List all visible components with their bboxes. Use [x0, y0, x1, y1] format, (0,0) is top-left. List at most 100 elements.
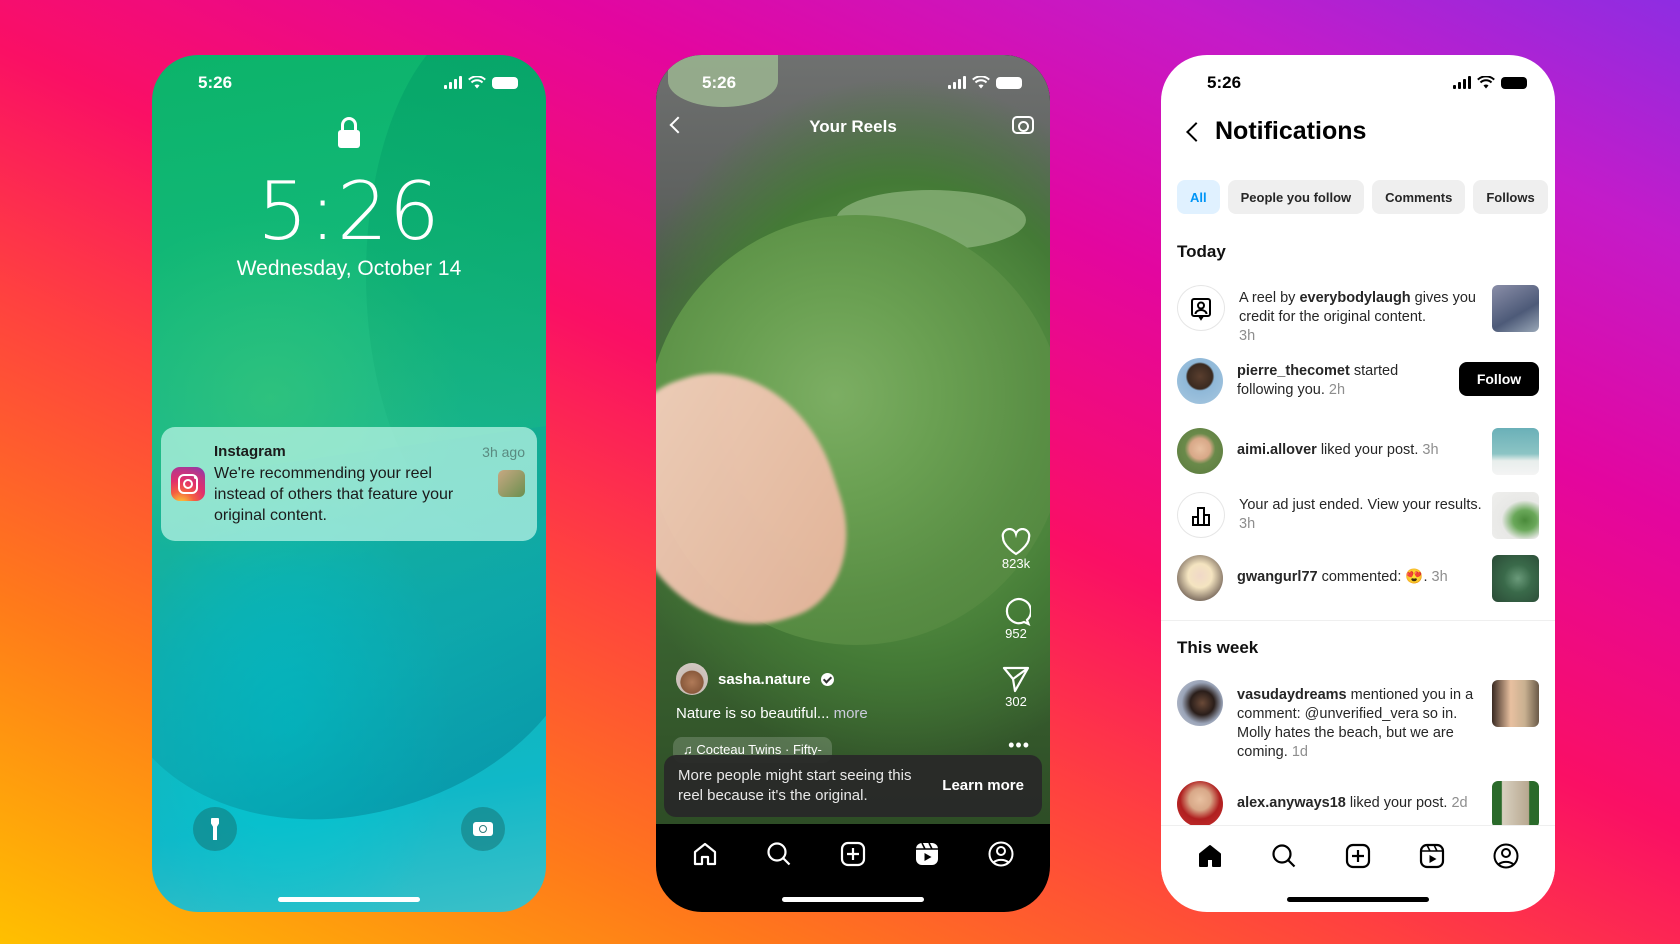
username[interactable]: vasudaydreams	[1237, 687, 1347, 703]
post-thumbnail[interactable]	[1492, 492, 1539, 539]
notification-item[interactable]: Your ad just ended. View your results. 3…	[1177, 492, 1539, 539]
post-thumbnail[interactable]	[1492, 428, 1539, 475]
username[interactable]: gwangurl77	[1237, 569, 1318, 585]
create-icon[interactable]	[839, 840, 867, 868]
post-thumbnail[interactable]	[1492, 680, 1539, 727]
filter-all[interactable]: All	[1177, 180, 1220, 214]
bottom-nav	[656, 824, 1050, 884]
status-time: 5:26	[1207, 73, 1242, 92]
signal-icon	[1453, 76, 1471, 89]
status-bar: 5:26	[1161, 73, 1555, 95]
filter-chips: All People you follow Comments Follows	[1177, 180, 1548, 214]
reel-caption[interactable]: Nature is so beautiful... more	[676, 705, 868, 722]
avatar[interactable]	[1177, 555, 1223, 601]
status-time: 5:26	[198, 73, 233, 92]
signal-icon	[444, 76, 462, 89]
filter-follows[interactable]: Follows	[1473, 180, 1548, 214]
signal-icon	[948, 76, 966, 89]
learn-more-button[interactable]: Learn more	[942, 777, 1024, 794]
notification-item[interactable]: pierre_thecomet started following you. 2…	[1177, 358, 1539, 404]
status-bar: 5:26	[656, 73, 1050, 95]
share-button[interactable]: 302	[994, 664, 1038, 732]
like-count: 823k	[1001, 556, 1031, 571]
caption-more-link[interactable]: more	[834, 705, 868, 722]
avatar[interactable]	[1177, 358, 1223, 404]
post-thumbnail[interactable]	[1492, 285, 1539, 332]
share-count: 302	[1005, 694, 1027, 709]
username[interactable]: aimi.allover	[1237, 442, 1317, 458]
search-icon[interactable]	[1270, 842, 1298, 870]
filter-comments[interactable]: Comments	[1372, 180, 1466, 214]
reels-icon[interactable]	[913, 840, 941, 868]
push-notification[interactable]: Instagram 3h ago We're recommending your…	[161, 427, 537, 541]
notification-thumbnail	[498, 470, 525, 497]
timestamp: 3h	[1431, 569, 1448, 585]
timestamp: 2d	[1451, 795, 1468, 811]
profile-icon[interactable]	[1492, 842, 1520, 870]
page-title: Notifications	[1215, 117, 1367, 145]
reel-author[interactable]: sasha.nature	[676, 663, 834, 695]
username[interactable]: pierre_thecomet	[1237, 363, 1350, 379]
caption-text: Nature is so beautiful...	[676, 705, 830, 722]
battery-icon	[492, 76, 518, 89]
username[interactable]: alex.anyways18	[1237, 795, 1346, 811]
notification-item[interactable]: gwangurl77 commented: 😍. 3h	[1177, 555, 1539, 602]
profile-icon[interactable]	[987, 840, 1015, 868]
battery-icon	[996, 76, 1022, 89]
section-divider	[1161, 620, 1555, 621]
comment-count: 952	[1005, 626, 1027, 641]
reels-icon[interactable]	[1418, 842, 1446, 870]
camera-icon[interactable]	[1012, 116, 1034, 134]
lock-icon	[338, 117, 360, 148]
section-today: Today	[1177, 242, 1226, 261]
post-thumbnail[interactable]	[1492, 781, 1539, 828]
more-options-icon[interactable]: •••	[1008, 735, 1030, 756]
notification-time: 3h ago	[482, 444, 525, 460]
like-button[interactable]: 823k	[994, 528, 1038, 596]
avatar[interactable]	[1177, 680, 1223, 726]
home-icon[interactable]	[691, 840, 719, 868]
notification-item[interactable]: alex.anyways18 liked your post. 2d	[1177, 781, 1539, 828]
search-icon[interactable]	[765, 840, 793, 868]
heart-icon	[1001, 528, 1031, 556]
battery-icon	[1501, 76, 1527, 89]
comment-button[interactable]: 952	[994, 596, 1038, 664]
post-thumbnail[interactable]	[1492, 555, 1539, 602]
home-indicator[interactable]	[1287, 897, 1429, 902]
verified-badge-icon	[820, 672, 834, 686]
author-username[interactable]: sasha.nature	[718, 671, 811, 688]
timestamp: 2h	[1328, 382, 1346, 398]
notifications-header: Notifications	[1183, 117, 1366, 146]
status-time: 5:26	[702, 73, 737, 92]
home-indicator[interactable]	[782, 897, 924, 902]
bottom-nav	[1161, 825, 1555, 885]
flashlight-button[interactable]	[193, 807, 237, 851]
notification-item[interactable]: A reel by everybodylaugh gives you credi…	[1177, 285, 1539, 346]
notification-item[interactable]: aimi.allover liked your post. 3h	[1177, 428, 1539, 475]
original-content-toast: More people might start seeing this reel…	[664, 755, 1042, 817]
home-icon[interactable]	[1196, 842, 1224, 870]
reel-actions: 823k 952 302	[994, 528, 1038, 732]
notification-message: We're recommending your reel instead of …	[214, 465, 454, 524]
section-this-week: This week	[1177, 638, 1259, 657]
reels-header: Your Reels	[656, 113, 1050, 143]
insights-icon	[1177, 492, 1225, 538]
wifi-icon	[1477, 76, 1495, 89]
instagram-app-icon	[171, 467, 205, 501]
follow-button[interactable]: Follow	[1459, 362, 1539, 396]
create-icon[interactable]	[1344, 842, 1372, 870]
username[interactable]: everybodylaugh	[1299, 290, 1410, 306]
notification-app-name: Instagram	[214, 443, 286, 460]
avatar[interactable]	[676, 663, 708, 695]
status-bar: 5:26	[152, 73, 546, 95]
notification-item[interactable]: vasudaydreams mentioned you in a comment…	[1177, 680, 1539, 762]
reel-credit-icon	[1177, 285, 1225, 331]
avatar[interactable]	[1177, 428, 1223, 474]
avatar[interactable]	[1177, 781, 1223, 827]
send-icon	[1002, 666, 1030, 693]
back-icon[interactable]	[1186, 121, 1206, 142]
camera-button[interactable]	[461, 807, 505, 851]
filter-people-you-follow[interactable]: People you follow	[1227, 180, 1365, 214]
home-indicator[interactable]	[278, 897, 420, 902]
timestamp: 3h	[1239, 516, 1256, 532]
